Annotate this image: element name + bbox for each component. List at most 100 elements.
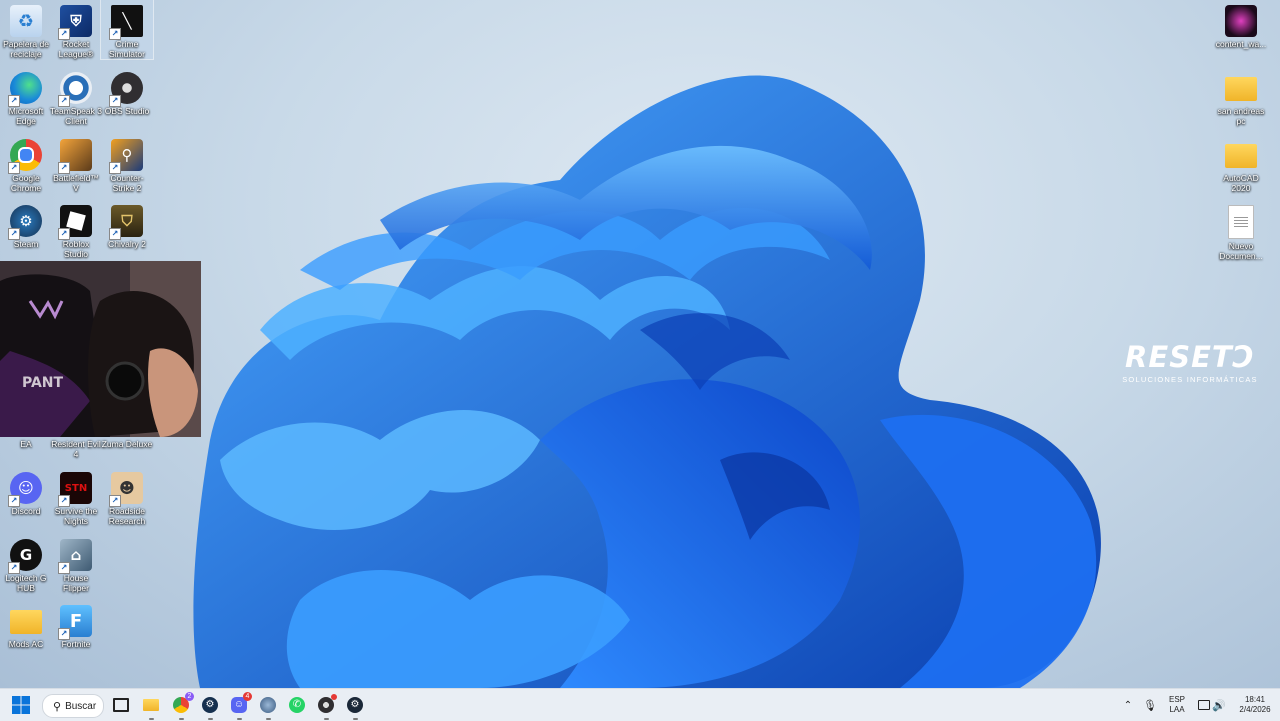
desktop-icon-content-wa[interactable]: content_wa... [1215,0,1267,49]
watermark-title: RESETↃ [1125,340,1255,374]
folder-icon [1225,144,1257,168]
chevron-up-icon: ⌃ [1123,699,1133,711]
microphone-icon: 🎙 [1143,699,1157,712]
steam-icon: ⚙ [8,205,42,240]
desktop-icon-teamspeak[interactable]: TeamSpeak 3 Client [50,67,102,126]
desktop-icon-roblox-studio[interactable]: Roblox Studio [50,200,102,259]
taskbar-app-browser[interactable] [255,692,281,720]
taskbar-app-steam-2[interactable]: ⚙ [342,692,368,720]
desktop-icon-label: Nuevo Documen... [1219,241,1263,261]
desktop-icon-label: House Flipper [63,573,89,593]
language-indicator[interactable]: ESP LAA [1164,695,1190,715]
rocket-league-icon: ⛨ [58,5,92,40]
recycle-bin-icon: ♻ [10,5,42,37]
desktop-icon-rocket-league[interactable]: ⛨ Rocket League® [50,0,102,59]
taskbar-app-whatsapp[interactable]: ✆ [284,692,310,718]
webcam-overlay: PANT [0,261,201,437]
taskbar-app-file-explorer[interactable] [138,692,164,720]
taskbar-search[interactable]: ⚲ Buscar [42,694,104,718]
steam-icon: ⚙ [347,697,363,713]
desktop-icon-label: AutoCAD 2020 [1223,173,1259,193]
webcam-chair-text: PANT [22,375,64,391]
desktop-icon-discord[interactable]: ☺ Discord [0,467,52,516]
desktop-icon-chivalry-2[interactable]: ⛉ Chivalry 2 [101,200,153,249]
desktop-icon-edge[interactable]: Microsoft Edge [0,67,52,126]
text-document-icon [1228,205,1254,239]
whatsapp-icon: ✆ [289,697,305,713]
desktop-icon-logitech-ghub[interactable]: G Logitech G HUB [0,534,52,593]
desktop-icon-label: Steam [13,239,39,249]
desktop-icon-roadside-research[interactable]: ☻ Roadside Research [101,467,153,526]
show-hidden-icons-button[interactable]: ⌃ [1118,692,1138,718]
desktop-icon-mods-ac[interactable]: Mods AC [0,600,52,649]
taskbar-app-discord[interactable]: ☺ 4 [226,692,252,720]
language-line1: ESP [1168,695,1185,704]
battlefield-icon [58,139,92,174]
desktop-icon-label: Roblox Studio [62,239,90,259]
chrome-icon [8,139,42,174]
desktop-icon-battlefield[interactable]: Battlefield™ V [50,134,102,193]
edge-icon [8,72,42,107]
windows-logo-icon [12,696,30,714]
desktop-icon-nuevo-documento[interactable]: Nuevo Documen... [1215,200,1267,261]
clock[interactable]: 18:41 2/4/2026 [1230,695,1280,715]
network-icon [1198,700,1210,710]
clock-date: 2/4/2026 [1239,705,1271,714]
desktop-icon-label: Microsoft Edge [8,106,44,126]
desktop-icon-label: Counter-Strike 2 [110,173,144,193]
desktop-icon-survive-the-nights[interactable]: STN Survive the Nights [50,467,102,526]
search-icon: ⚲ [53,700,62,713]
desktop-icon-label: Chivalry 2 [108,239,146,249]
search-label: Buscar [65,700,97,712]
desktop-icon-house-flipper[interactable]: ⌂ House Flipper [50,534,102,593]
desktop-icon-crime-simulator[interactable]: ╲ Crime Simulator [100,0,154,60]
steam-icon: ⚙ [202,697,218,713]
start-button[interactable] [8,692,34,718]
crime-simulator-icon: ╲ [109,5,143,40]
desktop-icon-label: Crime Simulator [109,39,145,59]
logitech-icon: G [8,539,42,574]
folder-icon [10,610,42,634]
desktop-icon-label: san andreas pc [1217,106,1265,126]
microphone-button[interactable]: 🎙 [1140,692,1160,718]
roblox-icon [58,205,92,240]
folder-icon [1225,77,1257,101]
reset-watermark: RESETↃ SOLUCIONES INFORMÁTICAS [1120,340,1260,384]
desktop-icon-label: Logitech G HUB [5,573,47,593]
taskbar: ⚲ Buscar 2 ⚙ ☺ 4 ✆ ⚙ ⌃ 🎙 ESP LAA 🔊 18:41… [0,688,1280,721]
file-explorer-icon [143,699,159,711]
taskbar-app-obs[interactable] [313,692,339,720]
desktop-icon-chrome[interactable]: Google Chrome [0,134,52,193]
desktop-icon-label: Zuma Deluxe [101,439,153,449]
survive-the-nights-icon: STN [58,472,92,507]
roadside-research-icon: ☻ [109,472,143,507]
desktop-icon-fortnite[interactable]: F Fortnite [50,600,102,649]
desktop-icon-autocad-2020[interactable]: AutoCAD 2020 [1215,134,1267,193]
taskbar-app-steam[interactable]: ⚙ [197,692,223,720]
desktop-icon-label: Survive the Nights [54,506,98,526]
house-flipper-icon: ⌂ [58,539,92,574]
obs-icon [109,72,143,107]
desktop-icon-label: Resident Evil 4 [51,439,101,459]
volume-button[interactable]: 🔊 [1210,692,1228,718]
desktop-icon-label: content_wa... [1215,39,1267,49]
desktop-icon-obs[interactable]: OBS Studio [101,67,153,116]
desktop-icon-label: OBS Studio [104,106,150,116]
browser-icon [260,697,276,713]
webcam-person-image: PANT [0,261,201,437]
fortnite-icon: F [58,605,92,640]
desktop-icon-label: EA [20,439,32,449]
task-view-button[interactable] [108,692,134,718]
chrome-badge: 2 [185,692,194,701]
discord-badge: 4 [243,692,252,701]
desktop[interactable]: ♻ Papelera de reciclaje ⛨ Rocket League®… [0,0,1280,688]
desktop-icon-counter-strike[interactable]: ⚲ Counter-Strike 2 [101,134,153,193]
chivalry-icon: ⛉ [109,205,143,240]
desktop-icon-label: TeamSpeak 3 Client [50,106,102,126]
desktop-icon-steam[interactable]: ⚙ Steam [0,200,52,249]
desktop-icon-recycle-bin[interactable]: ♻ Papelera de reciclaje [0,0,52,59]
desktop-icon-label: Google Chrome [10,173,42,193]
task-view-icon [113,698,129,712]
taskbar-app-chrome[interactable]: 2 [168,692,194,720]
desktop-icon-san-andreas-pc[interactable]: san andreas pc [1215,67,1267,126]
